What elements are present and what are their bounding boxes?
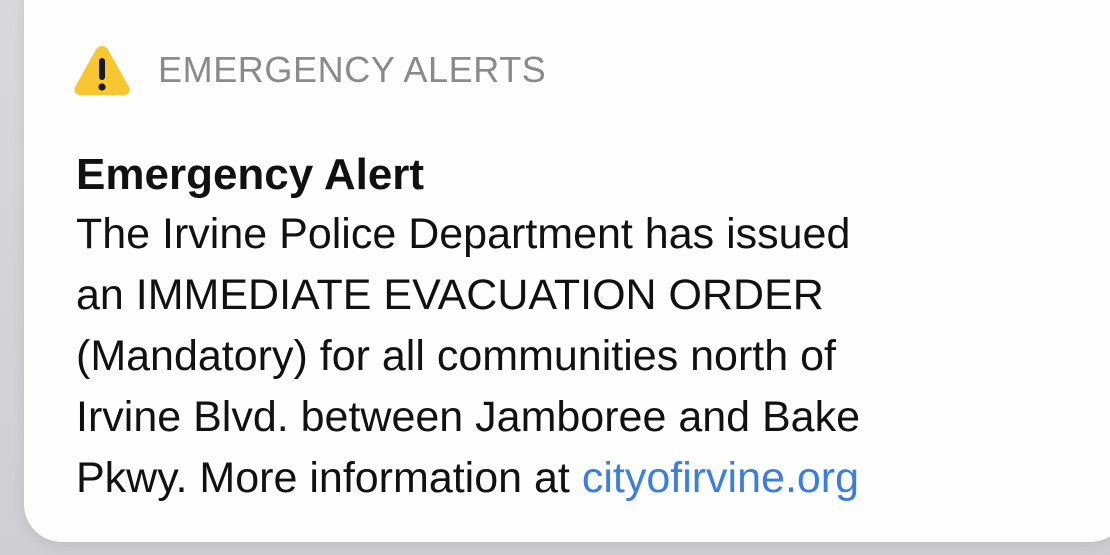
body-line: The Irvine Police Department has issued xyxy=(76,210,851,258)
notification-content: Emergency Alert The Irvine Police Depart… xyxy=(76,146,1076,509)
notification-header: EMERGENCY ALERTS xyxy=(72,40,546,100)
screen: EMERGENCY ALERTS Emergency Alert The Irv… xyxy=(0,0,1110,555)
notification-title: Emergency Alert xyxy=(76,150,425,199)
body-line-last: Pkwy. More information at cityofirvine.o… xyxy=(76,448,1076,509)
body-line: (Mandatory) for all communities north of xyxy=(76,332,836,380)
warning-triangle-icon xyxy=(74,46,130,95)
body-line: an IMMEDIATE EVACUATION ORDER xyxy=(76,271,824,319)
body-line: Irvine Blvd. between Jamboree and Bake xyxy=(76,393,861,441)
website-link[interactable]: cityofirvine.org xyxy=(582,454,859,502)
app-name: EMERGENCY ALERTS xyxy=(158,49,547,90)
body-line-last-text: Pkwy. More information at xyxy=(76,454,582,502)
